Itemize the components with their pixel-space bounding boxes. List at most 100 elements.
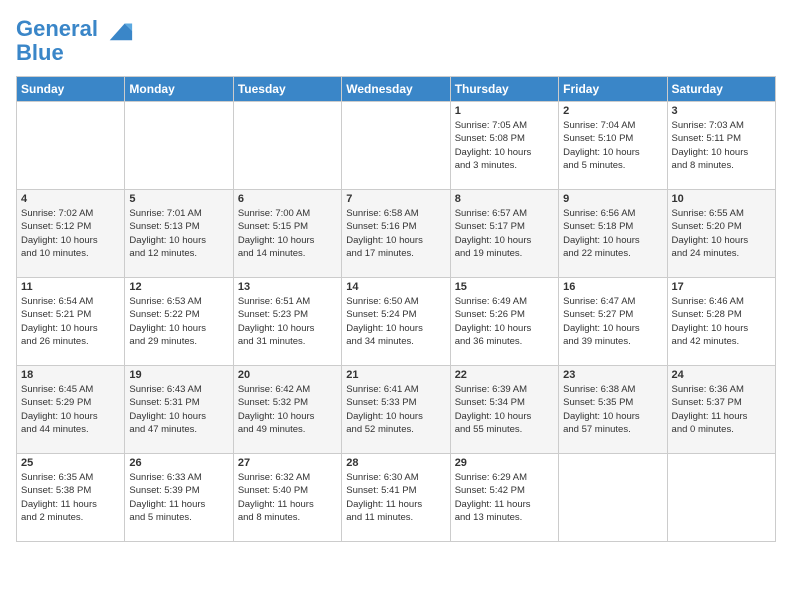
day-number: 2 [563,105,662,117]
day-number: 5 [129,193,228,205]
day-cell: 5 Sunrise: 7:01 AM Sunset: 5:13 PM Daylig… [125,190,233,278]
day-cell: 19 Sunrise: 6:43 AM Sunset: 5:31 PM Dayli… [125,366,233,454]
day-info: Sunrise: 6:49 AM Sunset: 5:26 PM Dayligh… [455,295,554,348]
day-number: 4 [21,193,120,205]
day-number: 3 [672,105,771,117]
week-row-2: 4 Sunrise: 7:02 AM Sunset: 5:12 PM Daylig… [17,190,776,278]
day-info: Sunrise: 6:35 AM Sunset: 5:38 PM Dayligh… [21,471,120,524]
day-info: Sunrise: 6:54 AM Sunset: 5:21 PM Dayligh… [21,295,120,348]
day-info: Sunrise: 6:50 AM Sunset: 5:24 PM Dayligh… [346,295,445,348]
header-cell-monday: Monday [125,77,233,102]
day-info: Sunrise: 6:38 AM Sunset: 5:35 PM Dayligh… [563,383,662,436]
week-row-4: 18 Sunrise: 6:45 AM Sunset: 5:29 PM Dayli… [17,366,776,454]
day-cell: 14 Sunrise: 6:50 AM Sunset: 5:24 PM Dayli… [342,278,450,366]
header-cell-saturday: Saturday [667,77,775,102]
day-number: 9 [563,193,662,205]
day-cell: 11 Sunrise: 6:54 AM Sunset: 5:21 PM Dayli… [17,278,125,366]
day-cell: 25 Sunrise: 6:35 AM Sunset: 5:38 PM Dayli… [17,454,125,542]
day-number: 26 [129,457,228,469]
day-number: 28 [346,457,445,469]
day-cell: 6 Sunrise: 7:00 AM Sunset: 5:15 PM Daylig… [233,190,341,278]
logo-icon [106,16,134,44]
day-number: 6 [238,193,337,205]
day-info: Sunrise: 6:43 AM Sunset: 5:31 PM Dayligh… [129,383,228,436]
day-info: Sunrise: 7:03 AM Sunset: 5:11 PM Dayligh… [672,119,771,172]
day-cell: 15 Sunrise: 6:49 AM Sunset: 5:26 PM Dayli… [450,278,558,366]
day-cell: 20Sunrise: 6:42 AM Sunset: 5:32 PM Dayli… [233,366,341,454]
day-number: 25 [21,457,120,469]
logo: General Blue [16,16,134,66]
week-row-1: 1 Sunrise: 7:05 AM Sunset: 5:08 PM Daylig… [17,102,776,190]
day-cell [559,454,667,542]
day-number: 24 [672,369,771,381]
day-cell: 26 Sunrise: 6:33 AM Sunset: 5:39 PM Dayli… [125,454,233,542]
day-info: Sunrise: 6:45 AM Sunset: 5:29 PM Dayligh… [21,383,120,436]
day-info: Sunrise: 7:01 AM Sunset: 5:13 PM Dayligh… [129,207,228,260]
day-cell: 10Sunrise: 6:55 AM Sunset: 5:20 PM Dayli… [667,190,775,278]
day-info: Sunrise: 6:58 AM Sunset: 5:16 PM Dayligh… [346,207,445,260]
day-cell: 2 Sunrise: 7:04 AM Sunset: 5:10 PM Daylig… [559,102,667,190]
day-cell: 24 Sunrise: 6:36 AM Sunset: 5:37 PM Dayli… [667,366,775,454]
day-number: 18 [21,369,120,381]
day-info: Sunrise: 6:56 AM Sunset: 5:18 PM Dayligh… [563,207,662,260]
day-cell: 4 Sunrise: 7:02 AM Sunset: 5:12 PM Daylig… [17,190,125,278]
day-number: 16 [563,281,662,293]
day-info: Sunrise: 7:04 AM Sunset: 5:10 PM Dayligh… [563,119,662,172]
day-cell: 7Sunrise: 6:58 AM Sunset: 5:16 PM Daylig… [342,190,450,278]
day-number: 15 [455,281,554,293]
day-cell: 18 Sunrise: 6:45 AM Sunset: 5:29 PM Dayli… [17,366,125,454]
day-info: Sunrise: 6:29 AM Sunset: 5:42 PM Dayligh… [455,471,554,524]
day-info: Sunrise: 6:41 AM Sunset: 5:33 PM Dayligh… [346,383,445,436]
day-info: Sunrise: 6:30 AM Sunset: 5:41 PM Dayligh… [346,471,445,524]
day-info: Sunrise: 6:47 AM Sunset: 5:27 PM Dayligh… [563,295,662,348]
page-container: General Blue SundayMondayTuesdayWednesda… [0,0,792,550]
day-cell: 13 Sunrise: 6:51 AM Sunset: 5:23 PM Dayli… [233,278,341,366]
header-row: SundayMondayTuesdayWednesdayThursdayFrid… [17,77,776,102]
header-cell-thursday: Thursday [450,77,558,102]
day-cell: 9 Sunrise: 6:56 AM Sunset: 5:18 PM Daylig… [559,190,667,278]
day-cell: 12 Sunrise: 6:53 AM Sunset: 5:22 PM Dayli… [125,278,233,366]
day-info: Sunrise: 6:36 AM Sunset: 5:37 PM Dayligh… [672,383,771,436]
week-row-5: 25 Sunrise: 6:35 AM Sunset: 5:38 PM Dayli… [17,454,776,542]
day-cell [667,454,775,542]
day-number: 23 [563,369,662,381]
day-info: Sunrise: 7:00 AM Sunset: 5:15 PM Dayligh… [238,207,337,260]
day-cell: 29Sunrise: 6:29 AM Sunset: 5:42 PM Dayli… [450,454,558,542]
day-number: 19 [129,369,228,381]
day-number: 11 [21,281,120,293]
day-cell: 8Sunrise: 6:57 AM Sunset: 5:17 PM Daylig… [450,190,558,278]
header-cell-wednesday: Wednesday [342,77,450,102]
day-info: Sunrise: 6:39 AM Sunset: 5:34 PM Dayligh… [455,383,554,436]
day-number: 21 [346,369,445,381]
day-number: 22 [455,369,554,381]
day-info: Sunrise: 7:02 AM Sunset: 5:12 PM Dayligh… [21,207,120,260]
day-number: 12 [129,281,228,293]
day-cell [233,102,341,190]
day-cell: 17Sunrise: 6:46 AM Sunset: 5:28 PM Dayli… [667,278,775,366]
day-cell: 16 Sunrise: 6:47 AM Sunset: 5:27 PM Dayli… [559,278,667,366]
day-number: 13 [238,281,337,293]
header: General Blue [16,16,776,66]
day-cell: 27 Sunrise: 6:32 AM Sunset: 5:40 PM Dayli… [233,454,341,542]
day-cell: 1 Sunrise: 7:05 AM Sunset: 5:08 PM Daylig… [450,102,558,190]
day-info: Sunrise: 6:46 AM Sunset: 5:28 PM Dayligh… [672,295,771,348]
day-cell: 23 Sunrise: 6:38 AM Sunset: 5:35 PM Dayli… [559,366,667,454]
day-number: 1 [455,105,554,117]
day-info: Sunrise: 7:05 AM Sunset: 5:08 PM Dayligh… [455,119,554,172]
day-info: Sunrise: 6:33 AM Sunset: 5:39 PM Dayligh… [129,471,228,524]
day-cell [342,102,450,190]
day-cell [125,102,233,190]
day-cell [17,102,125,190]
day-cell: 22 Sunrise: 6:39 AM Sunset: 5:34 PM Dayli… [450,366,558,454]
week-row-3: 11 Sunrise: 6:54 AM Sunset: 5:21 PM Dayli… [17,278,776,366]
day-number: 27 [238,457,337,469]
day-number: 10 [672,193,771,205]
header-cell-friday: Friday [559,77,667,102]
day-info: Sunrise: 6:51 AM Sunset: 5:23 PM Dayligh… [238,295,337,348]
day-number: 8 [455,193,554,205]
day-info: Sunrise: 6:32 AM Sunset: 5:40 PM Dayligh… [238,471,337,524]
day-number: 14 [346,281,445,293]
day-info: Sunrise: 6:53 AM Sunset: 5:22 PM Dayligh… [129,295,228,348]
day-cell: 28 Sunrise: 6:30 AM Sunset: 5:41 PM Dayli… [342,454,450,542]
calendar-table: SundayMondayTuesdayWednesdayThursdayFrid… [16,76,776,542]
